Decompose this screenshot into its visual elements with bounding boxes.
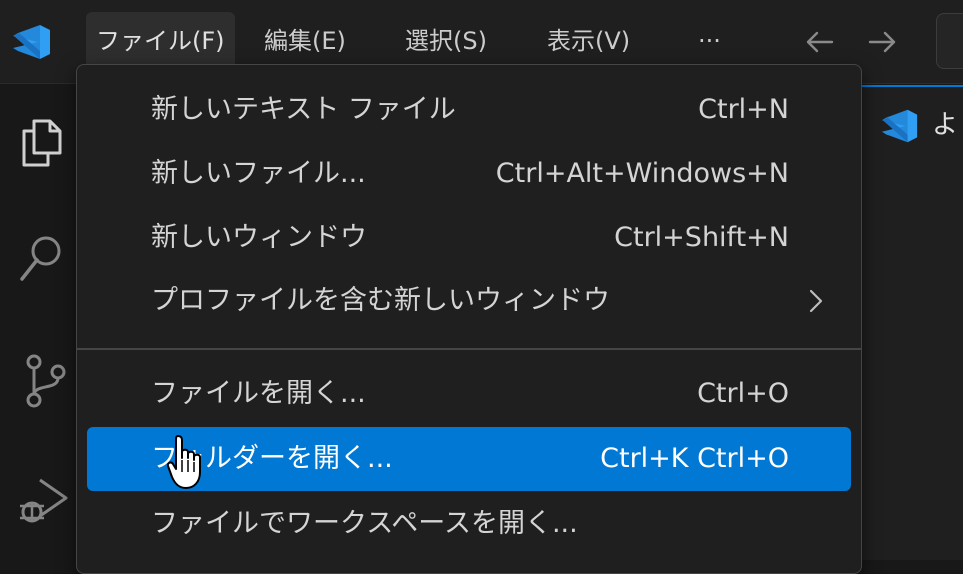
menu-item-shortcut: Ctrl+O	[697, 378, 789, 409]
menu-item-label: 新しいウィンドウ	[151, 222, 367, 253]
source-control-icon[interactable]	[10, 350, 72, 412]
menu-view[interactable]: 表示(V)	[537, 12, 640, 70]
menu-item-label: 新しいテキスト ファイル	[151, 94, 456, 125]
chevron-right-icon	[809, 289, 823, 313]
menu-selection[interactable]: 選択(S)	[395, 12, 497, 70]
menu-edit[interactable]: 編集(E)	[254, 12, 356, 70]
menu-item-label: プロファイルを含む新しいウィンドウ	[151, 285, 610, 316]
vscode-tab-icon	[881, 109, 918, 143]
menu-item-open-workspace-from-file[interactable]: ファイルでワークスペースを開く...	[87, 493, 851, 555]
menu-item-shortcut: Ctrl+N	[698, 94, 789, 125]
vscode-logo-icon	[13, 25, 50, 59]
menu-item-shortcut: Ctrl+K Ctrl+O	[600, 443, 789, 474]
menu-more[interactable]: ···	[688, 12, 731, 70]
run-debug-icon[interactable]	[10, 470, 72, 532]
menu-item-label: ファイルでワークスペースを開く...	[151, 508, 578, 539]
menu-item-new-file[interactable]: 新しいファイル... Ctrl+Alt+Windows+N	[87, 143, 851, 205]
arrow-right-icon[interactable]	[862, 22, 902, 62]
menu-item-label: 新しいファイル...	[151, 158, 366, 189]
menu-item-new-window-with-profile[interactable]: プロファイルを含む新しいウィンドウ	[87, 270, 851, 332]
welcome-tab-title[interactable]: よ	[932, 104, 958, 141]
menu-item-shortcut: Ctrl+Alt+Windows+N	[495, 158, 789, 189]
file-menu-dropdown: 新しいテキスト ファイル Ctrl+N 新しいファイル... Ctrl+Alt+…	[76, 64, 862, 574]
menu-item-open-file[interactable]: ファイルを開く... Ctrl+O	[87, 363, 851, 425]
menu-item-new-text-file[interactable]: 新しいテキスト ファイル Ctrl+N	[87, 79, 851, 141]
activity-bar	[0, 85, 78, 560]
arrow-left-icon[interactable]	[800, 22, 840, 62]
menu-file[interactable]: ファイル(F)	[86, 12, 235, 70]
active-tab-indicator	[862, 85, 963, 87]
command-center[interactable]	[936, 13, 963, 69]
menu-item-new-window[interactable]: 新しいウィンドウ Ctrl+Shift+N	[87, 207, 851, 269]
menu-separator	[77, 348, 861, 350]
explorer-icon[interactable]	[10, 111, 72, 173]
editor-area	[862, 85, 963, 560]
menu-item-label: ファイルを開く...	[151, 378, 366, 409]
search-icon[interactable]	[10, 227, 72, 289]
menu-item-shortcut: Ctrl+Shift+N	[614, 222, 789, 253]
hand-pointer-icon	[166, 435, 201, 489]
